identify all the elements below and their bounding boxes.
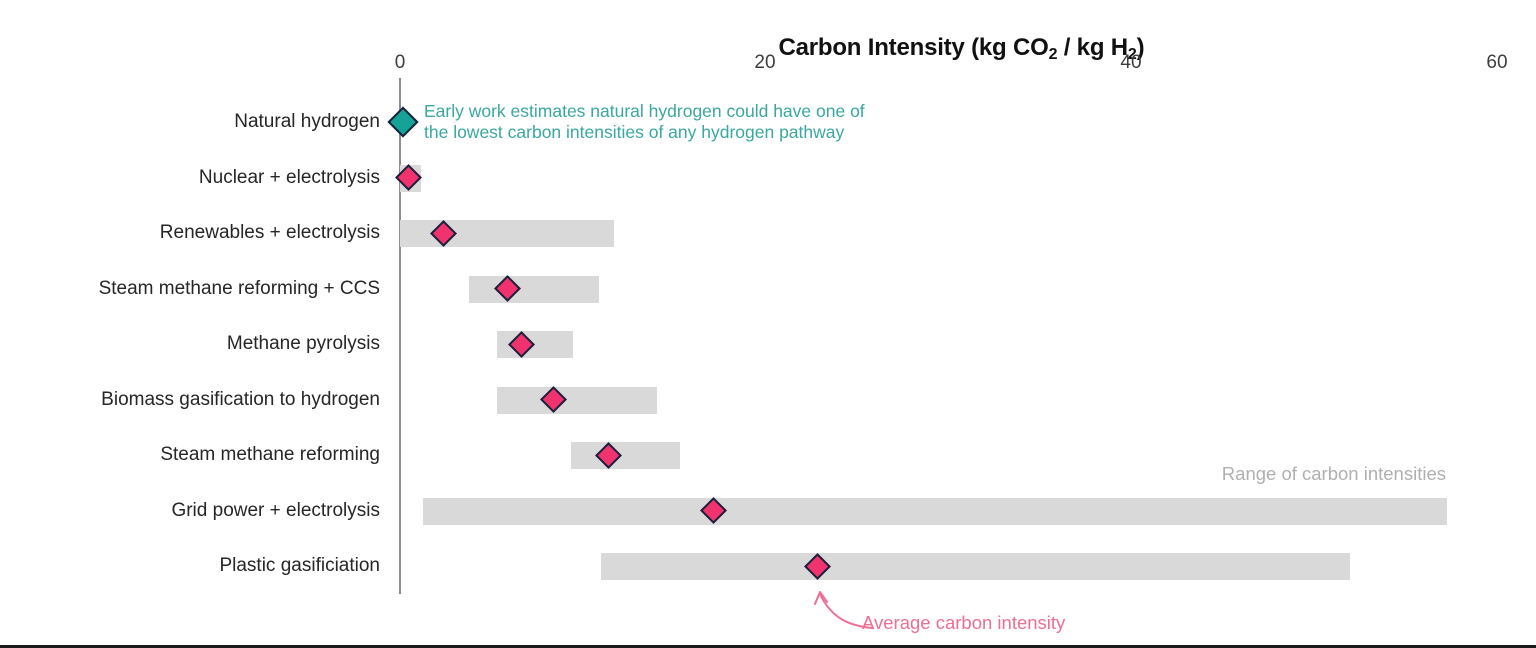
category-label: Methane pyrolysis [226, 333, 380, 354]
annotation-range-label: Range of carbon intensities [1221, 463, 1446, 484]
annotation-natural-hydrogen: Early work estimates natural hydrogen co… [424, 101, 865, 142]
chart-row: Grid power + electrolysis [0, 483, 1536, 539]
average-marker [387, 106, 419, 138]
range-bar [423, 497, 1447, 525]
category-label: Plastic gasificiation [219, 555, 380, 576]
x-tick-label: 0 [394, 52, 406, 73]
x-axis: 0 20 40 60 [0, 52, 1536, 78]
category-label: Steam methane reforming + CCS [98, 277, 380, 299]
range-bar [469, 275, 599, 303]
category-label: Renewables + electrolysis [159, 222, 380, 243]
range-bar [571, 442, 680, 469]
chart-row: Plastic gasificiation [0, 538, 1536, 594]
chart-title: Carbon Intensity (kg CO2 / kg H2) [400, 6, 1497, 92]
chart-row: Nuclear + electrolysis [0, 150, 1536, 206]
range-bar [497, 386, 657, 414]
chart-row: Renewables + electrolysis [0, 205, 1536, 261]
chart-row: Biomass gasification to hydrogen [0, 372, 1536, 428]
category-label: Nuclear + electrolysis [198, 166, 380, 188]
range-bar [601, 553, 1350, 580]
category-label: Steam methane reforming [160, 444, 380, 465]
x-tick-label: 60 [1486, 52, 1508, 73]
category-label: Natural hydrogen [234, 111, 380, 132]
category-label: Biomass gasification to hydrogen [101, 388, 380, 410]
chart-row: Steam methane reforming + CCS [0, 261, 1536, 317]
carbon-intensity-chart: Carbon Intensity (kg CO2 / kg H2) 0 20 40 6… [0, 0, 1536, 648]
x-tick-label: 20 [754, 52, 776, 73]
chart-row: Methane pyrolysis [0, 316, 1536, 372]
x-tick-label: 40 [1120, 52, 1142, 73]
category-label: Grid power + electrolysis [171, 499, 380, 521]
annotation-average-label: Average carbon intensity [862, 612, 1066, 633]
